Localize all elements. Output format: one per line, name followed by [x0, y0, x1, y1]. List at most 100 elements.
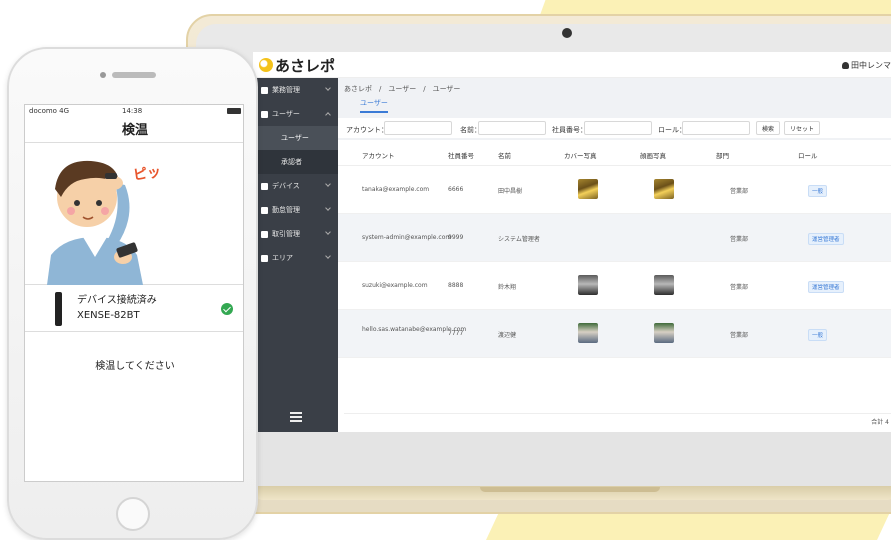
sidebar-item-attendance[interactable]: 勤怠管理	[253, 198, 338, 222]
logo-icon	[259, 58, 273, 72]
table-row[interactable]: suzuki@example.com 8888 鈴木翔 営業部 運営管理者	[338, 262, 891, 310]
sidebar-item-devices[interactable]: デバイス	[253, 174, 338, 198]
app-header: あさレポ 田中レンマ	[253, 52, 891, 78]
account-label: アカウント：	[346, 126, 388, 134]
table-row[interactable]: hello.sas.watanabe@example.com 7777 渡辺健 …	[338, 310, 891, 358]
department-cell: 営業部	[730, 236, 749, 243]
person-icon	[261, 206, 268, 214]
role-tag: 運営管理者	[808, 233, 844, 245]
face-photo	[654, 179, 674, 199]
chevron-down-icon	[325, 205, 331, 211]
app-logo[interactable]: あさレポ	[275, 55, 335, 76]
account-input[interactable]	[384, 121, 452, 135]
role-tag: 一般	[808, 329, 828, 341]
column-header[interactable]: 社員番号	[448, 150, 474, 160]
sidebar-item-label: ユーザー	[281, 134, 309, 142]
check-icon	[221, 303, 233, 315]
sidebar-item-business[interactable]: 業務管理	[253, 78, 338, 102]
account-cell: tanaka@example.com	[362, 186, 430, 193]
cover-photo	[578, 323, 598, 343]
laptop-screen: あさレポ 田中レンマ 業務管理 ユーザー ユーザー 承認者 デバイス 勤怠管理 …	[253, 52, 891, 432]
account-cell: hello.sas.watanabe@example.com	[362, 326, 467, 333]
stage: あさレポ 田中レンマ 業務管理 ユーザー ユーザー 承認者 デバイス 勤怠管理 …	[0, 0, 891, 540]
laptop-bezel-bottom	[253, 432, 891, 486]
phone-home-button[interactable]	[116, 497, 150, 531]
cover-photo	[578, 275, 598, 295]
sidebar-item-area[interactable]: エリア	[253, 246, 338, 270]
name-cell: システム管理者	[498, 236, 540, 243]
main-content: あさレポ / ユーザー / ユーザー ユーザー アカウント： 名前： 社員番号：…	[338, 78, 891, 432]
carrier: docomo 4G	[29, 107, 70, 115]
beep-sound-effect: ピッ	[132, 164, 163, 184]
table-header: アカウント 社員番号 名前 カバー写真 顔画写真 部門 ロール	[338, 140, 891, 166]
employee-no-cell: 9999	[448, 234, 464, 241]
account-cell: suzuki@example.com	[362, 282, 428, 289]
column-header[interactable]: 部門	[716, 150, 729, 160]
employee-no-cell: 7777	[448, 330, 464, 337]
table-total: 合計 4	[871, 419, 889, 426]
share-icon	[261, 86, 268, 94]
sidebar-item-label: エリア	[272, 254, 293, 262]
column-header[interactable]: 顔画写真	[640, 150, 666, 160]
phone-camera	[100, 72, 106, 78]
role-select[interactable]	[682, 121, 750, 135]
chevron-down-icon	[325, 229, 331, 235]
device-name: XENSE-82BT	[77, 310, 140, 321]
department-cell: 営業部	[730, 332, 749, 339]
role-tag: 運営管理者	[808, 281, 844, 293]
tab-users[interactable]: ユーザー	[360, 98, 388, 113]
sidebar-item-label: ユーザー	[272, 110, 300, 118]
account-cell: system-admin@example.com	[362, 234, 452, 241]
name-cell: 渡辺健	[498, 332, 517, 339]
sidebar-item-label: 承認者	[281, 158, 302, 166]
users-table: アカウント 社員番号 名前 カバー写真 顔画写真 部門 ロール tanaka@e…	[338, 140, 891, 432]
column-header[interactable]: カバー写真	[564, 150, 597, 160]
sidebar-subitem-approvers[interactable]: 承認者	[253, 150, 338, 174]
chart-icon	[261, 230, 268, 238]
user-icon	[842, 62, 849, 69]
laptop-hinge	[480, 487, 660, 492]
search-form: アカウント： 名前： 社員番号： ロール： 検索 リセット	[338, 118, 891, 138]
sidebar-subitem-users[interactable]: ユーザー	[253, 126, 338, 150]
department-cell: 営業部	[730, 284, 749, 291]
home-icon	[261, 254, 268, 262]
sidebar: 業務管理 ユーザー ユーザー 承認者 デバイス 勤怠管理 取引管理 エリア	[253, 78, 338, 432]
device-status-row[interactable]: デバイス接続済み XENSE-82BT	[25, 286, 243, 332]
device-icon	[261, 182, 268, 190]
name-cell: 鈴木翔	[498, 284, 517, 291]
chevron-down-icon	[325, 181, 331, 187]
sidebar-item-transactions[interactable]: 取引管理	[253, 222, 338, 246]
employee-no-input[interactable]	[584, 121, 652, 135]
menu-icon[interactable]	[290, 412, 302, 422]
department-cell: 営業部	[730, 188, 749, 195]
face-photo	[654, 275, 674, 295]
page-title: 検温	[25, 119, 243, 143]
user-name: 田中レンマ	[851, 61, 891, 70]
employee-no-cell: 8888	[448, 282, 464, 289]
sidebar-item-label: 業務管理	[272, 86, 300, 94]
status-bar: docomo 4G 14:38	[25, 105, 243, 117]
table-row[interactable]: system-admin@example.com 9999 システム管理者 営業…	[338, 214, 891, 262]
table-row[interactable]: tanaka@example.com 6666 田中昌樹 営業部 一般	[338, 166, 891, 214]
column-header[interactable]: ロール	[798, 150, 818, 160]
user-menu[interactable]: 田中レンマ	[842, 60, 891, 71]
name-input[interactable]	[478, 121, 546, 135]
breadcrumb: あさレポ / ユーザー / ユーザー	[344, 85, 461, 93]
employee-no-label: 社員番号：	[552, 126, 587, 134]
sidebar-item-users[interactable]: ユーザー	[253, 102, 338, 126]
search-button[interactable]: 検索	[756, 121, 780, 135]
chevron-down-icon	[325, 253, 331, 259]
status-time: 14:38	[122, 107, 143, 115]
sidebar-item-label: 取引管理	[272, 230, 300, 238]
sidebar-item-label: デバイス	[272, 182, 300, 190]
column-header[interactable]: アカウント	[362, 150, 395, 160]
name-cell: 田中昌樹	[498, 188, 523, 195]
thermometer-device-icon	[55, 292, 62, 326]
role-tag: 一般	[808, 185, 828, 197]
sidebar-item-label: 勤怠管理	[272, 206, 300, 214]
employee-no-cell: 6666	[448, 186, 464, 193]
reset-button[interactable]: リセット	[784, 121, 820, 135]
face-photo	[654, 323, 674, 343]
column-header[interactable]: 名前	[498, 150, 511, 160]
table-footer-divider	[344, 413, 891, 414]
